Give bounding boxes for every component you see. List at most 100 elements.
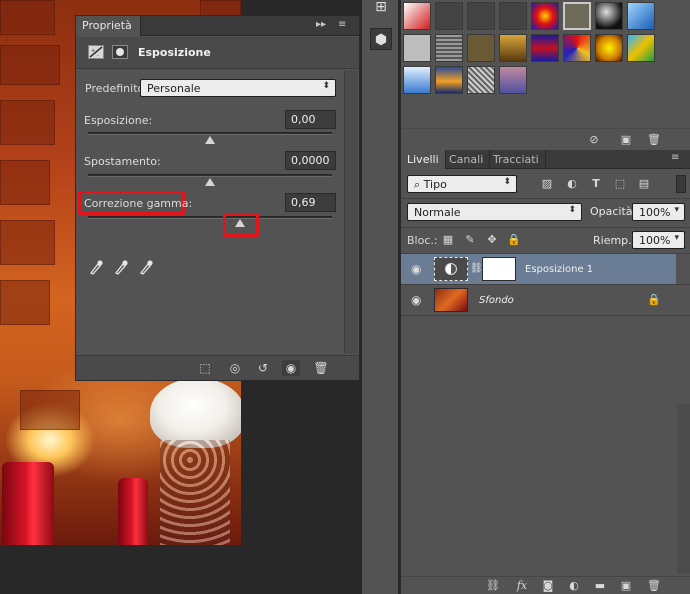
folder-icon[interactable]: ▬: [591, 578, 609, 594]
style-swatch[interactable]: [531, 2, 559, 30]
3d-icon[interactable]: ⬢: [370, 28, 392, 50]
properties-scrollbar[interactable]: [344, 70, 358, 354]
style-swatch[interactable]: [403, 66, 431, 94]
exposure-adjustment-icon[interactable]: + -: [88, 45, 104, 59]
style-swatch[interactable]: [467, 2, 495, 30]
style-swatch[interactable]: [435, 66, 463, 94]
style-swatch[interactable]: [467, 66, 495, 94]
style-swatch[interactable]: [627, 2, 655, 30]
lock-transparent-icon[interactable]: ▦: [439, 232, 457, 248]
style-swatch[interactable]: [627, 34, 655, 62]
svg-text:+: +: [91, 48, 95, 54]
layers-scrollbar[interactable]: [677, 404, 690, 574]
style-swatch-selected[interactable]: [563, 2, 591, 30]
fill-label: Riemp.:: [593, 234, 636, 247]
crystal-beads: [160, 440, 230, 545]
trash-icon[interactable]: 🗑: [645, 132, 663, 148]
filter-toggle[interactable]: [676, 175, 686, 193]
exposure-label: Esposizione:: [84, 114, 153, 127]
layer-row-background[interactable]: ◉ Sfondo 🔒: [401, 285, 676, 315]
opacity-input[interactable]: 100% ▾: [632, 203, 685, 221]
adjustment-icon[interactable]: ◐: [565, 578, 583, 594]
eyedropper-gray-icon[interactable]: [112, 259, 130, 277]
chevron-updown-icon: ⬍: [322, 81, 330, 91]
filter-smart-object-icon[interactable]: ▤: [635, 176, 653, 192]
exposure-input[interactable]: 0,00: [285, 110, 336, 129]
lock-all-icon[interactable]: 🔒: [505, 232, 523, 248]
offset-slider-track[interactable]: [88, 174, 332, 177]
style-swatch[interactable]: [467, 34, 495, 62]
reset-icon[interactable]: ↺: [254, 360, 272, 376]
style-swatch[interactable]: [435, 34, 463, 62]
eyedropper-black-icon[interactable]: [87, 259, 105, 277]
style-swatch[interactable]: [403, 34, 431, 62]
eye-icon[interactable]: ◉: [411, 262, 421, 276]
offset-slider-thumb[interactable]: [205, 178, 215, 186]
link-icon[interactable]: ⛓: [484, 578, 502, 594]
mask-icon[interactable]: [112, 45, 128, 59]
style-swatch[interactable]: [499, 34, 527, 62]
clip-to-layer-icon[interactable]: ⬚: [196, 360, 214, 376]
gamma-input[interactable]: 0,69: [285, 193, 336, 212]
style-swatch[interactable]: [403, 2, 431, 30]
tab-channels[interactable]: Canali: [443, 150, 491, 169]
candle-small: [118, 478, 148, 545]
new-style-icon[interactable]: ▣: [617, 132, 635, 148]
blend-mode-value: Normale: [414, 206, 461, 219]
style-swatch[interactable]: [499, 2, 527, 30]
trash-icon[interactable]: 🗑: [645, 578, 663, 594]
exposure-slider-track[interactable]: [88, 132, 332, 135]
opacity-value: 100%: [639, 206, 671, 219]
layer-name[interactable]: Esposizione 1: [525, 264, 593, 275]
style-swatch[interactable]: [499, 66, 527, 94]
style-swatch[interactable]: [595, 34, 623, 62]
candle-left: [2, 462, 54, 545]
layer-thumbnail[interactable]: [434, 288, 468, 312]
delete-adjustment-icon[interactable]: 🗑: [312, 360, 330, 376]
panel-menu-icon[interactable]: ≡: [338, 19, 346, 30]
layers-tabbar: Livelli Canali Tracciati ≡: [401, 150, 690, 169]
filter-adjustment-icon[interactable]: ◐: [563, 176, 581, 192]
panel-dock-column: ⊞ ⬢: [361, 0, 399, 594]
gamma-label: Correzione gamma:: [84, 197, 193, 210]
properties-header: Proprietà ▸▸ ≡: [76, 16, 359, 36]
tab-properties[interactable]: Proprietà: [76, 16, 141, 36]
exposure-slider-thumb[interactable]: [205, 136, 215, 144]
gamma-slider-thumb[interactable]: [235, 219, 245, 227]
preset-select[interactable]: Personale ⬍: [140, 79, 336, 97]
eye-icon[interactable]: ◉: [411, 293, 421, 307]
fill-input[interactable]: 100% ▾: [632, 231, 685, 249]
style-swatch[interactable]: [531, 34, 559, 62]
eyedropper-white-icon[interactable]: [137, 259, 155, 277]
new-layer-icon[interactable]: ▣: [617, 578, 635, 594]
lock-paint-icon[interactable]: ✎: [461, 232, 479, 248]
layer-name[interactable]: Sfondo: [479, 295, 514, 306]
gamma-slider-track[interactable]: [88, 216, 332, 219]
panel-menu-icon[interactable]: ≡: [671, 152, 679, 163]
visibility-toggle-icon[interactable]: ◉: [282, 360, 300, 376]
chevron-updown-icon: ⬍: [503, 177, 511, 187]
offset-input[interactable]: 0,0000: [285, 151, 336, 170]
layer-row-exposure[interactable]: ◉ ⛓ Esposizione 1: [401, 254, 676, 284]
fx-icon[interactable]: fx: [513, 578, 531, 594]
clear-style-icon[interactable]: ⊘: [585, 132, 603, 148]
tab-paths[interactable]: Tracciati: [487, 150, 546, 169]
filter-type-icon[interactable]: T: [587, 176, 605, 192]
link-icon[interactable]: ⛓: [470, 263, 483, 274]
properties-footer: ⬚ ◎ ↺ ◉ 🗑: [76, 355, 359, 380]
blend-mode-select[interactable]: Normale ⬍: [407, 203, 582, 221]
layer-filter-select[interactable]: ⌕ Tipo ⬍: [407, 175, 517, 193]
tab-layers[interactable]: Livelli: [401, 150, 446, 169]
view-previous-state-icon[interactable]: ◎: [226, 360, 244, 376]
filter-shape-icon[interactable]: ⬚: [611, 176, 629, 192]
mask-thumbnail[interactable]: [482, 257, 516, 281]
lock-position-icon[interactable]: ✥: [483, 232, 501, 248]
style-swatch[interactable]: [595, 2, 623, 30]
filter-pixel-icon[interactable]: ▨: [538, 176, 556, 192]
style-swatch[interactable]: [563, 34, 591, 62]
layer-comps-icon[interactable]: ⊞: [370, 0, 392, 18]
adjustment-thumbnail[interactable]: [434, 257, 468, 281]
mask-icon[interactable]: ◙: [539, 578, 557, 594]
style-swatch[interactable]: [435, 2, 463, 30]
collapse-icon[interactable]: ▸▸: [316, 19, 326, 30]
